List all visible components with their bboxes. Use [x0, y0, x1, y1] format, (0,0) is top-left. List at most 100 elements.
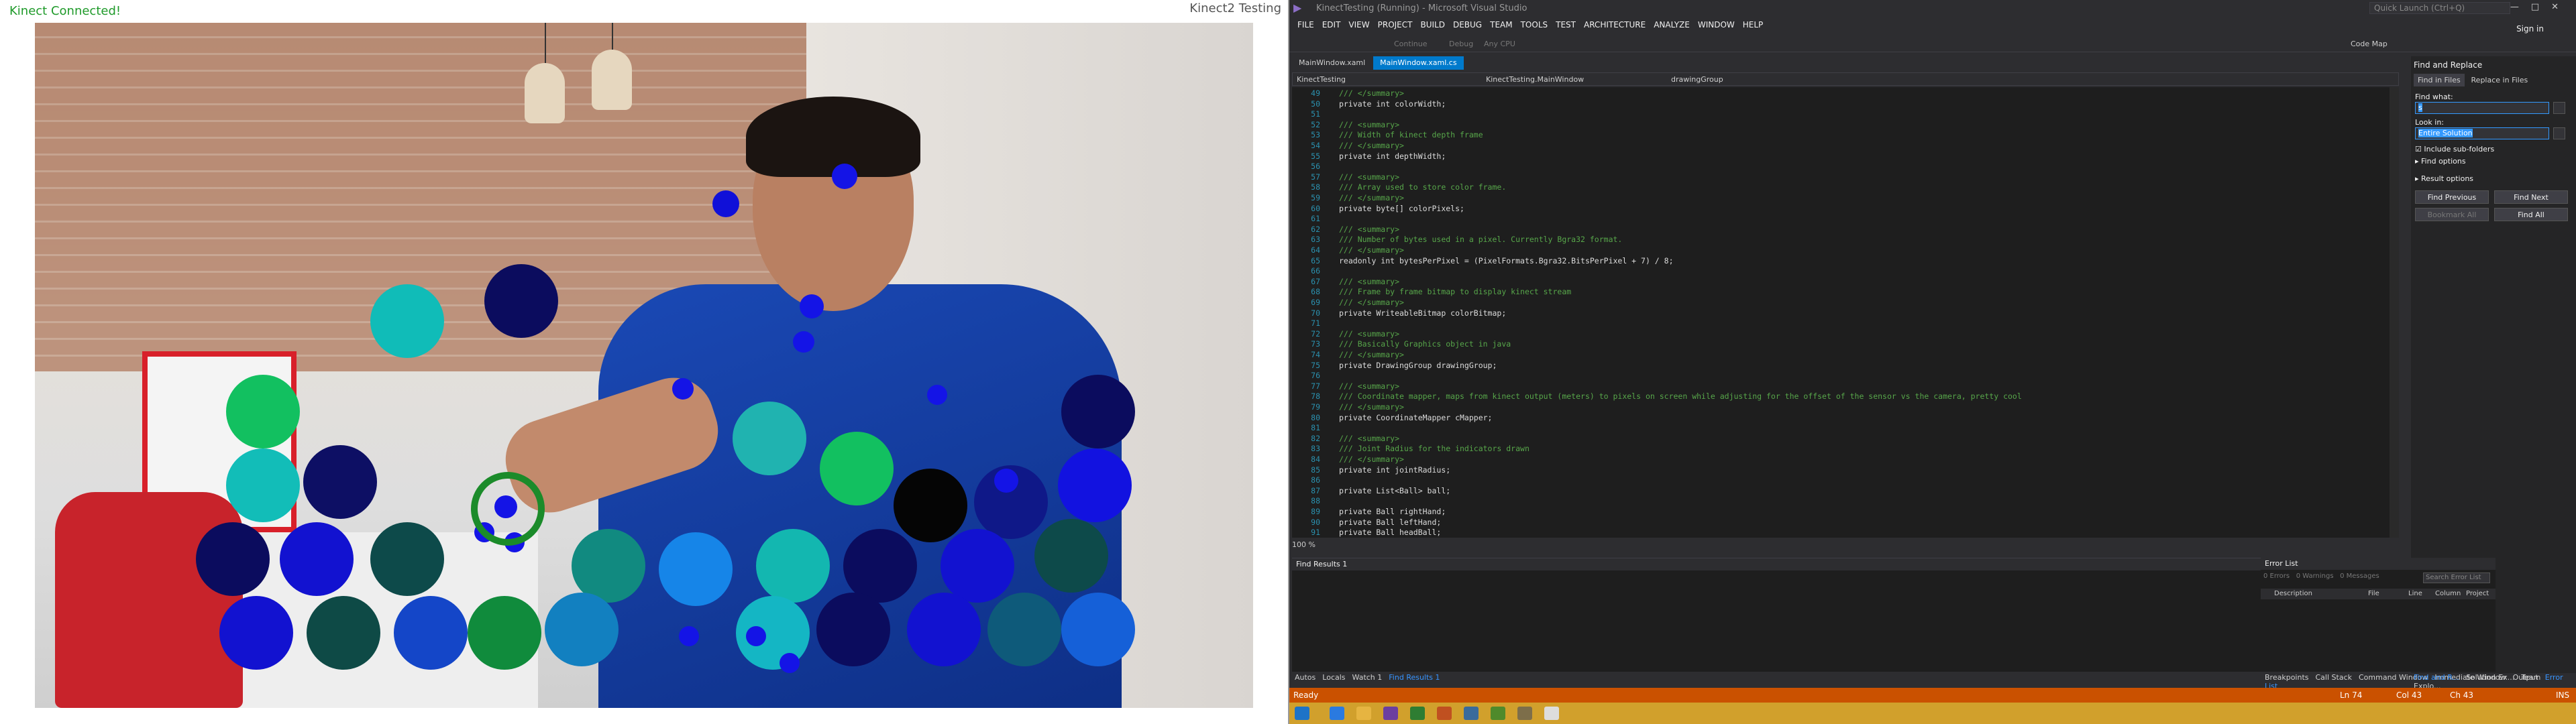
bottom-tab[interactable]: Breakpoints [2265, 673, 2309, 682]
menu-analyze[interactable]: ANALYZE [1654, 20, 1690, 29]
quick-launch-input[interactable]: Quick Launch (Ctrl+Q) [2369, 2, 2510, 14]
code-line[interactable]: /// </summary> [1339, 298, 1404, 307]
find-next-button[interactable]: Find Next [2494, 190, 2568, 204]
replace-in-files-tab[interactable]: Replace in Files [2467, 74, 2532, 86]
code-line[interactable]: private int jointRadius; [1339, 465, 1450, 475]
member-dropdown[interactable]: drawingGroup [1671, 75, 1723, 84]
code-line[interactable]: /// Width of kinect depth frame [1339, 130, 1483, 139]
find-what-input[interactable]: s [2415, 102, 2549, 114]
app-icon[interactable] [1464, 707, 1479, 720]
errors-filter[interactable]: 0 Errors [2263, 572, 2290, 580]
code-line[interactable]: /// </summary> [1339, 141, 1404, 150]
code-line[interactable]: /// <summary> [1339, 225, 1399, 234]
bottom-tab[interactable]: Find and R... [2414, 673, 2459, 682]
find-in-files-tab[interactable]: Find in Files [2414, 74, 2465, 86]
sign-in-link[interactable]: Sign in [2516, 24, 2544, 34]
menu-edit[interactable]: EDIT [1322, 20, 1341, 29]
code-line[interactable]: /// </summary> [1339, 455, 1404, 464]
app-icon[interactable] [1517, 707, 1532, 720]
look-in-dropdown[interactable]: Entire Solution [2415, 127, 2549, 139]
code-line[interactable]: /// Frame by frame bitmap to display kin… [1339, 287, 1571, 296]
menu-architecture[interactable]: ARCHITECTURE [1584, 20, 1646, 29]
code-editor[interactable]: 49 /// </summary> 50 private int colorWidth… [1292, 87, 2399, 538]
col-project[interactable]: Project [2466, 590, 2489, 597]
kinect-color-feed[interactable] [35, 23, 1253, 708]
menu-project[interactable]: PROJECT [1378, 20, 1413, 29]
menu-debug[interactable]: DEBUG [1453, 20, 1482, 29]
vs-taskbar-icon[interactable] [1383, 707, 1398, 720]
bottom-tab[interactable]: Find Results 1 [1389, 673, 1440, 682]
code-line[interactable]: readonly int bytesPerPixel = (PixelForma… [1339, 256, 1674, 265]
code-line[interactable]: private Ball rightHand; [1339, 507, 1446, 516]
find-previous-button[interactable]: Find Previous [2415, 190, 2489, 204]
start-icon[interactable] [1295, 707, 1309, 720]
code-line[interactable]: /// </summary> [1339, 402, 1404, 412]
code-line[interactable]: /// </summary> [1339, 193, 1404, 202]
col-column[interactable]: Column [2435, 590, 2461, 597]
code-line[interactable]: private Ball leftHand; [1339, 518, 1441, 527]
regex-builder-button[interactable] [2553, 102, 2565, 114]
include-subfolders-checkbox[interactable]: ☑ Include sub-folders [2415, 145, 2494, 154]
code-line[interactable]: private int colorWidth; [1339, 99, 1446, 109]
editor-scrollbar[interactable] [2390, 87, 2399, 538]
code-map-button[interactable]: Code Map [2351, 40, 2387, 48]
explorer-icon[interactable] [1356, 707, 1371, 720]
ie-icon[interactable] [1330, 707, 1344, 720]
code-line[interactable]: private byte[] colorPixels; [1339, 204, 1464, 213]
code-line[interactable]: /// </summary> [1339, 350, 1404, 359]
code-line[interactable]: private DrawingGroup drawingGroup; [1339, 361, 1497, 370]
code-line[interactable]: /// Joint Radius for the indicators draw… [1339, 444, 1529, 453]
code-line[interactable]: /// <summary> [1339, 434, 1399, 443]
bottom-tab[interactable]: Locals [1322, 673, 1345, 682]
col-file[interactable]: File [2368, 590, 2379, 597]
window-controls[interactable]: —□✕ [2510, 2, 2571, 12]
code-line[interactable]: private WriteableBitmap colorBitmap; [1339, 308, 1506, 318]
col-line[interactable]: Line [2408, 590, 2422, 597]
menu-help[interactable]: HELP [1743, 20, 1764, 29]
code-line[interactable]: private CoordinateMapper cMapper; [1339, 413, 1492, 422]
error-search-input[interactable]: Search Error List [2423, 572, 2490, 583]
class-dropdown[interactable]: KinectTesting.MainWindow [1486, 75, 1584, 84]
powerpoint-icon[interactable] [1437, 707, 1452, 720]
menu-tools[interactable]: TOOLS [1521, 20, 1548, 29]
bookmark-all-button[interactable]: Bookmark All [2415, 208, 2489, 221]
code-line[interactable]: /// Coordinate mapper, maps from kinect … [1339, 391, 2022, 401]
menu-build[interactable]: BUILD [1420, 20, 1444, 29]
excel-icon[interactable] [1410, 707, 1425, 720]
menu-view[interactable]: VIEW [1348, 20, 1369, 29]
menu-window[interactable]: WINDOW [1698, 20, 1735, 29]
code-line[interactable]: /// Basically Graphics object in java [1339, 339, 1511, 349]
code-line[interactable]: /// </summary> [1339, 245, 1404, 255]
tab-mainwindow-xaml-cs[interactable]: MainWindow.xaml.cs [1373, 56, 1464, 70]
code-line[interactable]: /// Number of bytes used in a pixel. Cur… [1339, 235, 1622, 244]
warnings-filter[interactable]: 0 Warnings [2296, 572, 2334, 580]
kinect-app-icon[interactable] [1544, 707, 1559, 720]
find-all-button[interactable]: Find All [2494, 208, 2568, 221]
bottom-tab[interactable]: Autos [1295, 673, 1316, 682]
code-line[interactable]: /// <summary> [1339, 329, 1399, 339]
col-description[interactable]: Description [2274, 590, 2312, 597]
find-options-toggle[interactable]: ▸ Find options [2415, 157, 2466, 166]
tab-mainwindow-xaml[interactable]: MainWindow.xaml [1292, 56, 1373, 70]
code-line[interactable]: private List<Ball> ball; [1339, 486, 1450, 495]
code-line[interactable]: /// </summary> [1339, 88, 1404, 98]
menu-test[interactable]: TEST [1556, 20, 1576, 29]
menu-file[interactable]: FILE [1297, 20, 1314, 29]
code-line[interactable]: /// <summary> [1339, 277, 1399, 286]
bottom-tab[interactable]: Solution Ex... [2466, 673, 2514, 682]
continue-button[interactable]: Continue [1394, 40, 1427, 48]
bottom-tab[interactable]: Call Stack [2316, 673, 2352, 682]
config-dropdown[interactable]: Debug [1449, 40, 1473, 48]
project-dropdown[interactable]: KinectTesting [1297, 75, 1346, 84]
result-options-toggle[interactable]: ▸ Result options [2415, 174, 2473, 183]
messages-filter[interactable]: 0 Messages [2340, 572, 2379, 580]
code-line[interactable]: /// <summary> [1339, 381, 1399, 391]
app-icon[interactable] [1491, 707, 1505, 720]
platform-dropdown[interactable]: Any CPU [1484, 40, 1515, 48]
bottom-tab[interactable]: Watch 1 [1352, 673, 1383, 682]
code-line[interactable]: private Ball headBall; [1339, 528, 1441, 537]
browse-folder-button[interactable] [2553, 127, 2565, 139]
code-line[interactable]: /// <summary> [1339, 172, 1399, 182]
code-line[interactable]: /// Array used to store color frame. [1339, 182, 1506, 192]
code-line[interactable]: private int depthWidth; [1339, 152, 1446, 161]
